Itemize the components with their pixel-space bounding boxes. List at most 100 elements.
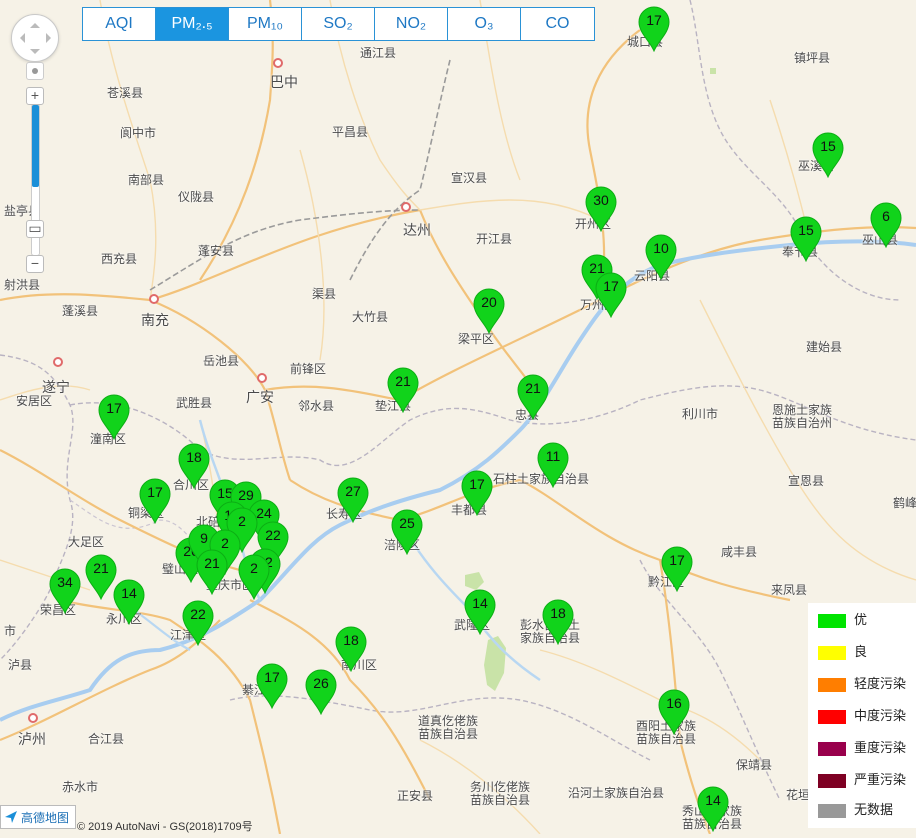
marker-value: 11 [545,448,561,464]
place-label: 南部县 [128,173,165,187]
aqi-marker[interactable]: 26 [304,669,338,715]
aqi-marker[interactable]: 30 [584,186,618,232]
legend-label: 良 [854,645,868,660]
marker-value: 21 [93,560,109,576]
legend-swatch [818,614,846,628]
legend-label: 无数据 [854,803,894,818]
marker-value: 30 [593,192,609,208]
place-label: 苗族自治县 [418,727,479,741]
pollutant-tabs: AQI PM₂.₅ PM₁₀ SO₂ NO₂ O₃ CO [82,7,595,41]
pan-control[interactable] [11,14,59,62]
marker-value: 14 [705,792,721,808]
place-label: 鹤峰 [893,496,916,510]
map-logo[interactable]: 高德地图 [0,805,76,829]
aqi-marker[interactable]: 34 [48,568,82,614]
place-label: 合江县 [88,732,125,746]
city-dot-icon [28,713,38,723]
legend-label: 中度污染 [854,709,907,724]
place-label: 安居区 [16,394,53,408]
place-label: 利川市 [682,407,719,421]
aqi-marker[interactable]: 6 [869,202,903,248]
legend-swatch [818,774,846,788]
place-label: 镇坪县 [794,51,831,65]
aqi-marker[interactable]: 14 [696,786,730,832]
tab-0[interactable]: AQI [83,8,156,40]
pan-left-icon[interactable] [15,33,25,43]
legend-swatch [818,678,846,692]
aqi-marker[interactable]: 10 [644,234,678,280]
marker-value: 21 [525,380,541,396]
aqi-marker[interactable]: 11 [536,442,570,488]
place-label: 巴中 [270,75,298,91]
aqi-marker[interactable]: 21 [386,367,420,413]
marker-value: 18 [186,449,202,465]
marker-value: 10 [653,240,669,256]
tab-5[interactable]: O₃ [448,8,521,40]
zoom-out-button[interactable]: − [26,255,44,273]
aqi-marker[interactable]: 17 [460,470,494,516]
marker-value: 21 [204,555,220,571]
place-label: 达州 [403,223,431,239]
city-dot-icon [53,357,63,367]
zoom-handle[interactable]: ▭ [26,220,44,238]
aqi-marker[interactable]: 18 [177,443,211,489]
aqi-marker[interactable]: 17 [138,478,172,524]
aqi-marker[interactable]: 17 [637,6,671,52]
marker-value: 17 [147,484,163,500]
marker-value: 14 [121,585,137,601]
aqi-marker[interactable]: 15 [811,132,845,178]
aqi-marker[interactable]: 14 [463,589,497,635]
aqi-marker[interactable]: 21 [516,374,550,420]
aqi-marker[interactable]: 15 [789,216,823,262]
locate-button[interactable] [26,62,44,80]
aqi-marker[interactable]: 18 [334,626,368,672]
zoom-in-button[interactable]: + [26,87,44,105]
marker-value: 16 [666,695,682,711]
aqi-marker[interactable]: 17 [594,272,628,318]
marker-value: 18 [550,605,566,621]
marker-value: 18 [343,632,359,648]
place-label: 保靖县 [736,758,773,772]
aqi-marker[interactable]: 25 [390,509,424,555]
place-label: 蓬溪县 [62,304,99,318]
pan-right-icon[interactable] [46,33,56,43]
place-label: 泸县 [8,658,33,672]
place-label: 赤水市 [62,780,99,794]
marker-value: 22 [190,606,206,622]
tab-3[interactable]: SO₂ [302,8,375,40]
aqi-marker[interactable]: 17 [255,663,289,709]
place-label: 正安县 [397,789,434,803]
place-label: 开江县 [476,232,513,246]
pan-up-icon[interactable] [30,18,40,28]
aqi-marker[interactable]: 18 [541,599,575,645]
aqi-marker[interactable]: 14 [112,579,146,625]
tab-6[interactable]: CO [521,8,594,40]
place-label: 阆中市 [120,126,157,140]
tab-2[interactable]: PM₁₀ [229,8,302,40]
aqi-marker[interactable]: 27 [336,477,370,523]
city-dot-icon [273,58,283,68]
place-label: 渠县 [312,287,337,301]
tab-1[interactable]: PM₂.₅ [156,8,229,40]
logo-text: 高德地图 [21,811,70,825]
place-label: 大竹县 [352,310,389,324]
aqi-marker[interactable]: 17 [660,546,694,592]
aqi-marker[interactable]: 21 [195,549,229,595]
place-label: 来凤县 [771,583,808,597]
aqi-marker[interactable]: 17 [97,394,131,440]
aqi-marker[interactable]: 16 [657,689,691,735]
marker-value: 17 [106,400,122,416]
marker-value: 6 [882,208,890,224]
aqi-marker[interactable]: 20 [472,288,506,334]
zoom-slider-fill [32,105,39,187]
marker-value: 25 [399,515,415,531]
pan-down-icon[interactable] [30,49,40,59]
place-label: 宣恩县 [788,474,825,488]
tab-4[interactable]: NO₂ [375,8,448,40]
marker-value: 17 [669,552,685,568]
place-label: 泸州 [18,732,46,748]
aqi-marker[interactable]: 22 [181,600,215,646]
place-label: 岳池县 [203,354,240,368]
place-label: 南充 [141,313,169,329]
aqi-marker[interactable]: 2 [237,554,271,600]
